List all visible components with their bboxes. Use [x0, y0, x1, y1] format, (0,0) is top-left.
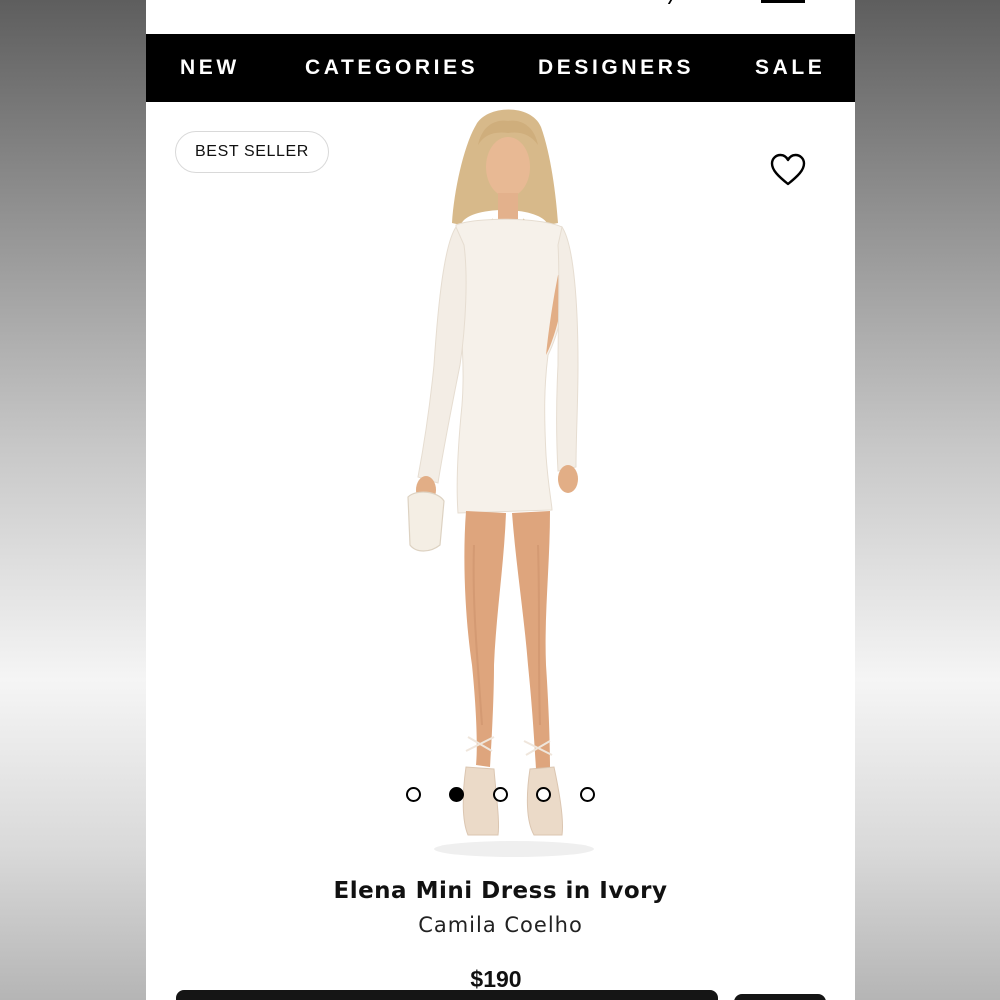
- carousel-dot-5[interactable]: [580, 787, 595, 802]
- nav-item-sale[interactable]: SALE: [755, 56, 825, 80]
- add-to-bag-button[interactable]: [176, 990, 718, 1000]
- search-icon[interactable]: [667, 0, 679, 4]
- carousel-dot-2[interactable]: [449, 787, 464, 802]
- left-backdrop: [0, 0, 146, 1000]
- top-bar: [146, 0, 855, 34]
- heart-outline-icon[interactable]: [770, 153, 806, 187]
- menu-icon[interactable]: [761, 0, 805, 3]
- category-nav: NEW CATEGORIES DESIGNERS SALE: [146, 34, 855, 102]
- product-title: Elena Mini Dress in Ivory: [333, 878, 668, 904]
- carousel-dot-1[interactable]: [406, 787, 421, 802]
- carousel-dot-4[interactable]: [536, 787, 551, 802]
- nav-item-new[interactable]: NEW: [180, 56, 240, 80]
- nav-item-categories[interactable]: CATEGORIES: [305, 56, 478, 80]
- best-seller-badge: BEST SELLER: [175, 131, 329, 173]
- right-backdrop: [855, 0, 1000, 1000]
- phone-screen: NEW CATEGORIES DESIGNERS SALE BEST SELLE…: [146, 0, 855, 1000]
- product-image[interactable]: [326, 105, 676, 865]
- nav-item-designers[interactable]: DESIGNERS: [538, 56, 694, 80]
- carousel-dot-3[interactable]: [493, 787, 508, 802]
- product-brand[interactable]: Camila Coelho: [146, 913, 855, 937]
- secondary-action-button[interactable]: [734, 994, 826, 1000]
- product-price: $190: [470, 966, 522, 992]
